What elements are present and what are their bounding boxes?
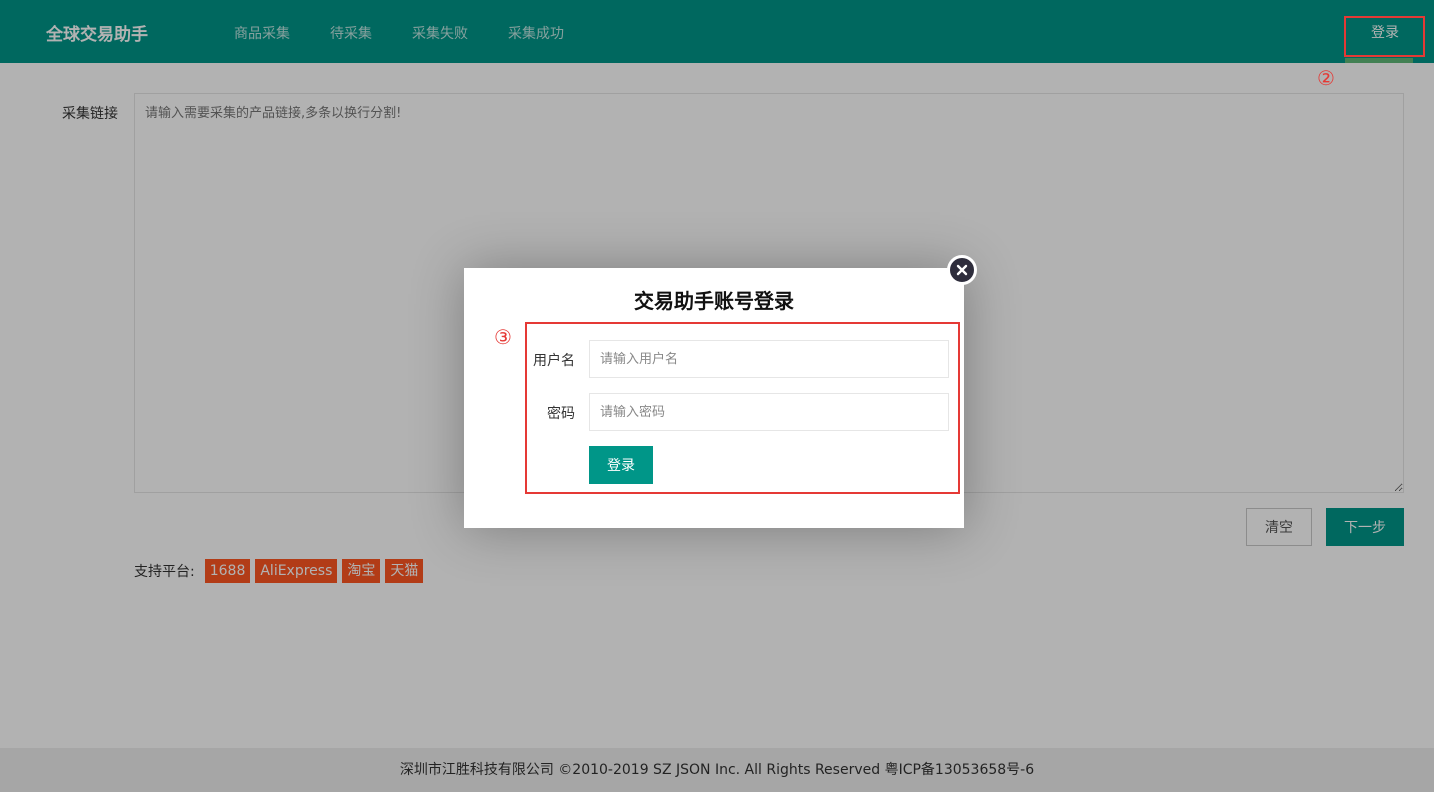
username-input[interactable] bbox=[589, 340, 949, 378]
username-label: 用户名 bbox=[533, 353, 575, 369]
annotation-step-2: ② bbox=[1317, 66, 1335, 90]
annotation-step-3: ③ bbox=[494, 325, 512, 349]
annotation-box-login bbox=[1344, 16, 1425, 57]
modal-title: 交易助手账号登录 bbox=[634, 289, 794, 313]
close-icon bbox=[956, 264, 968, 276]
modal-close-button[interactable] bbox=[947, 255, 977, 285]
login-submit-button[interactable]: 登录 bbox=[589, 446, 653, 484]
password-input[interactable] bbox=[589, 393, 949, 431]
password-label: 密码 bbox=[547, 406, 575, 422]
